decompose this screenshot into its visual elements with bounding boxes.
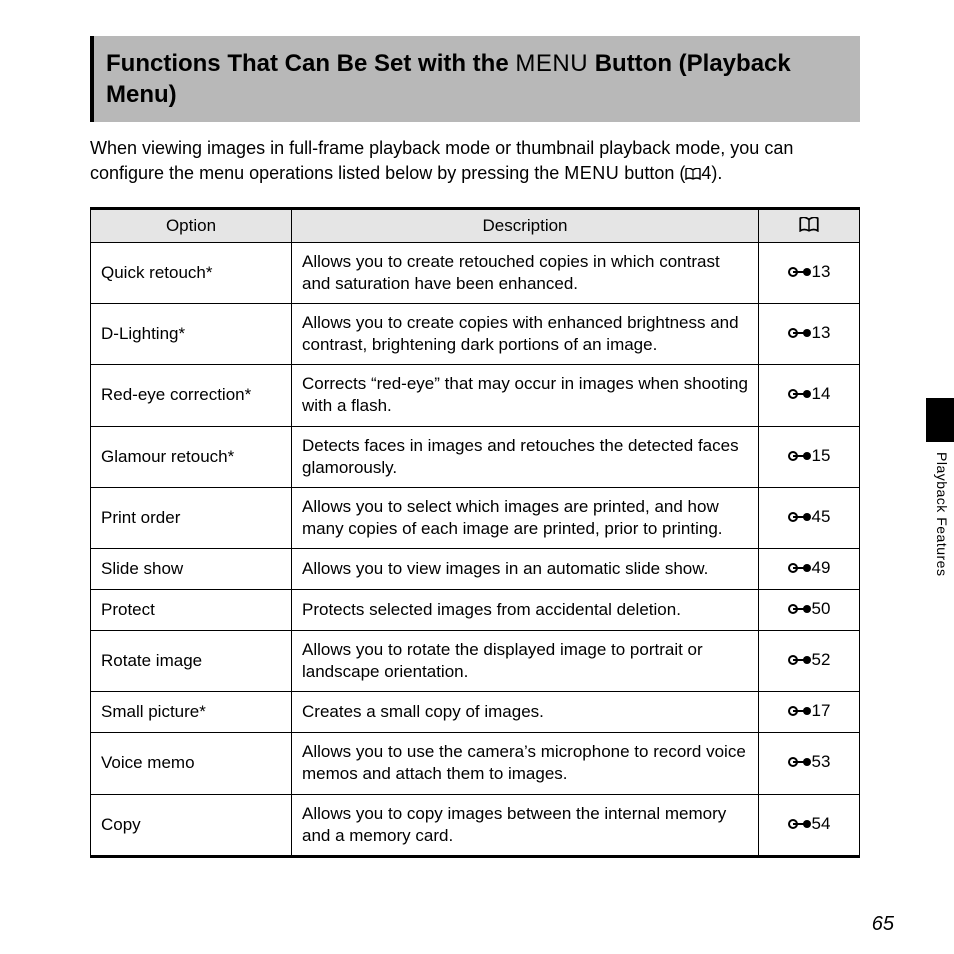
table-row: Quick retouch*Allows you to create retou…	[91, 242, 860, 303]
cell-option: Small picture*	[91, 692, 292, 733]
reference-number: 52	[812, 650, 831, 669]
cell-option: D-Lighting*	[91, 304, 292, 365]
intro-ref-num: 4	[701, 163, 711, 183]
cell-option: Red-eye correction*	[91, 365, 292, 426]
cell-description: Allows you to create copies with enhance…	[292, 304, 759, 365]
reference-number: 50	[812, 599, 831, 618]
book-icon	[799, 217, 819, 232]
reference-icon	[788, 559, 812, 581]
cell-reference: 14	[759, 365, 860, 426]
cell-reference: 13	[759, 242, 860, 303]
cell-option: Glamour retouch*	[91, 426, 292, 487]
intro-paragraph: When viewing images in full-frame playba…	[90, 136, 860, 185]
reference-icon	[788, 815, 812, 837]
options-table: Option Description Quick retouch*Allows …	[90, 207, 860, 858]
table-row: Small picture*Creates a small copy of im…	[91, 692, 860, 733]
reference-icon	[788, 385, 812, 407]
page-content: Functions That Can Be Set with the MENU …	[90, 36, 860, 858]
cell-description: Corrects “red-eye” that may occur in ima…	[292, 365, 759, 426]
page-number: 65	[872, 913, 894, 936]
cell-description: Allows you to use the camera’s microphon…	[292, 733, 759, 794]
cell-description: Protects selected images from accidental…	[292, 590, 759, 631]
table-row: Rotate imageAllows you to rotate the dis…	[91, 631, 860, 692]
reference-number: 15	[812, 446, 831, 465]
section-tab-marker	[926, 398, 954, 442]
reference-icon	[788, 324, 812, 346]
cell-reference: 49	[759, 548, 860, 589]
cell-description: Allows you to select which images are pr…	[292, 487, 759, 548]
table-header-row: Option Description	[91, 208, 860, 242]
reference-number: 54	[812, 814, 831, 833]
cell-option: Rotate image	[91, 631, 292, 692]
header-option: Option	[91, 208, 292, 242]
reference-number: 49	[812, 558, 831, 577]
header-description: Description	[292, 208, 759, 242]
table-row: Glamour retouch*Detects faces in images …	[91, 426, 860, 487]
cell-description: Allows you to create retouched copies in…	[292, 242, 759, 303]
reference-number: 14	[812, 384, 831, 403]
title-pre: Functions That Can Be Set with the	[106, 50, 515, 77]
cell-option: Protect	[91, 590, 292, 631]
section-title: Functions That Can Be Set with the MENU …	[90, 36, 860, 122]
reference-icon	[788, 702, 812, 724]
reference-icon	[788, 651, 812, 673]
table-row: Slide showAllows you to view images in a…	[91, 548, 860, 589]
cell-option: Print order	[91, 487, 292, 548]
reference-number: 45	[812, 507, 831, 526]
table-row: Voice memoAllows you to use the camera’s…	[91, 733, 860, 794]
reference-icon	[788, 447, 812, 469]
reference-icon	[788, 753, 812, 775]
table-row: CopyAllows you to copy images between th…	[91, 794, 860, 856]
table-row: Print orderAllows you to select which im…	[91, 487, 860, 548]
intro-text-mid: button (	[619, 163, 685, 183]
cell-reference: 17	[759, 692, 860, 733]
cell-description: Allows you to view images in an automati…	[292, 548, 759, 589]
cell-reference: 52	[759, 631, 860, 692]
cell-reference: 15	[759, 426, 860, 487]
header-reference	[759, 208, 860, 242]
menu-glyph-small: MENU	[564, 163, 619, 183]
intro-text-post: ).	[711, 163, 722, 183]
book-icon	[685, 168, 701, 180]
menu-glyph: MENU	[515, 50, 588, 77]
cell-reference: 13	[759, 304, 860, 365]
cell-reference: 53	[759, 733, 860, 794]
cell-option: Copy	[91, 794, 292, 856]
table-row: Red-eye correction*Corrects “red-eye” th…	[91, 365, 860, 426]
reference-number: 53	[812, 752, 831, 771]
reference-number: 17	[812, 701, 831, 720]
cell-reference: 50	[759, 590, 860, 631]
cell-description: Detects faces in images and retouches th…	[292, 426, 759, 487]
cell-description: Allows you to copy images between the in…	[292, 794, 759, 856]
table-row: ProtectProtects selected images from acc…	[91, 590, 860, 631]
cell-description: Allows you to rotate the displayed image…	[292, 631, 759, 692]
cell-description: Creates a small copy of images.	[292, 692, 759, 733]
table-row: D-Lighting*Allows you to create copies w…	[91, 304, 860, 365]
reference-number: 13	[812, 323, 831, 342]
cell-option: Quick retouch*	[91, 242, 292, 303]
reference-icon	[788, 263, 812, 285]
cell-reference: 54	[759, 794, 860, 856]
cell-option: Voice memo	[91, 733, 292, 794]
cell-reference: 45	[759, 487, 860, 548]
reference-number: 13	[812, 262, 831, 281]
reference-icon	[788, 600, 812, 622]
section-tab-label: Playback Features	[934, 452, 950, 576]
reference-icon	[788, 508, 812, 530]
cell-option: Slide show	[91, 548, 292, 589]
